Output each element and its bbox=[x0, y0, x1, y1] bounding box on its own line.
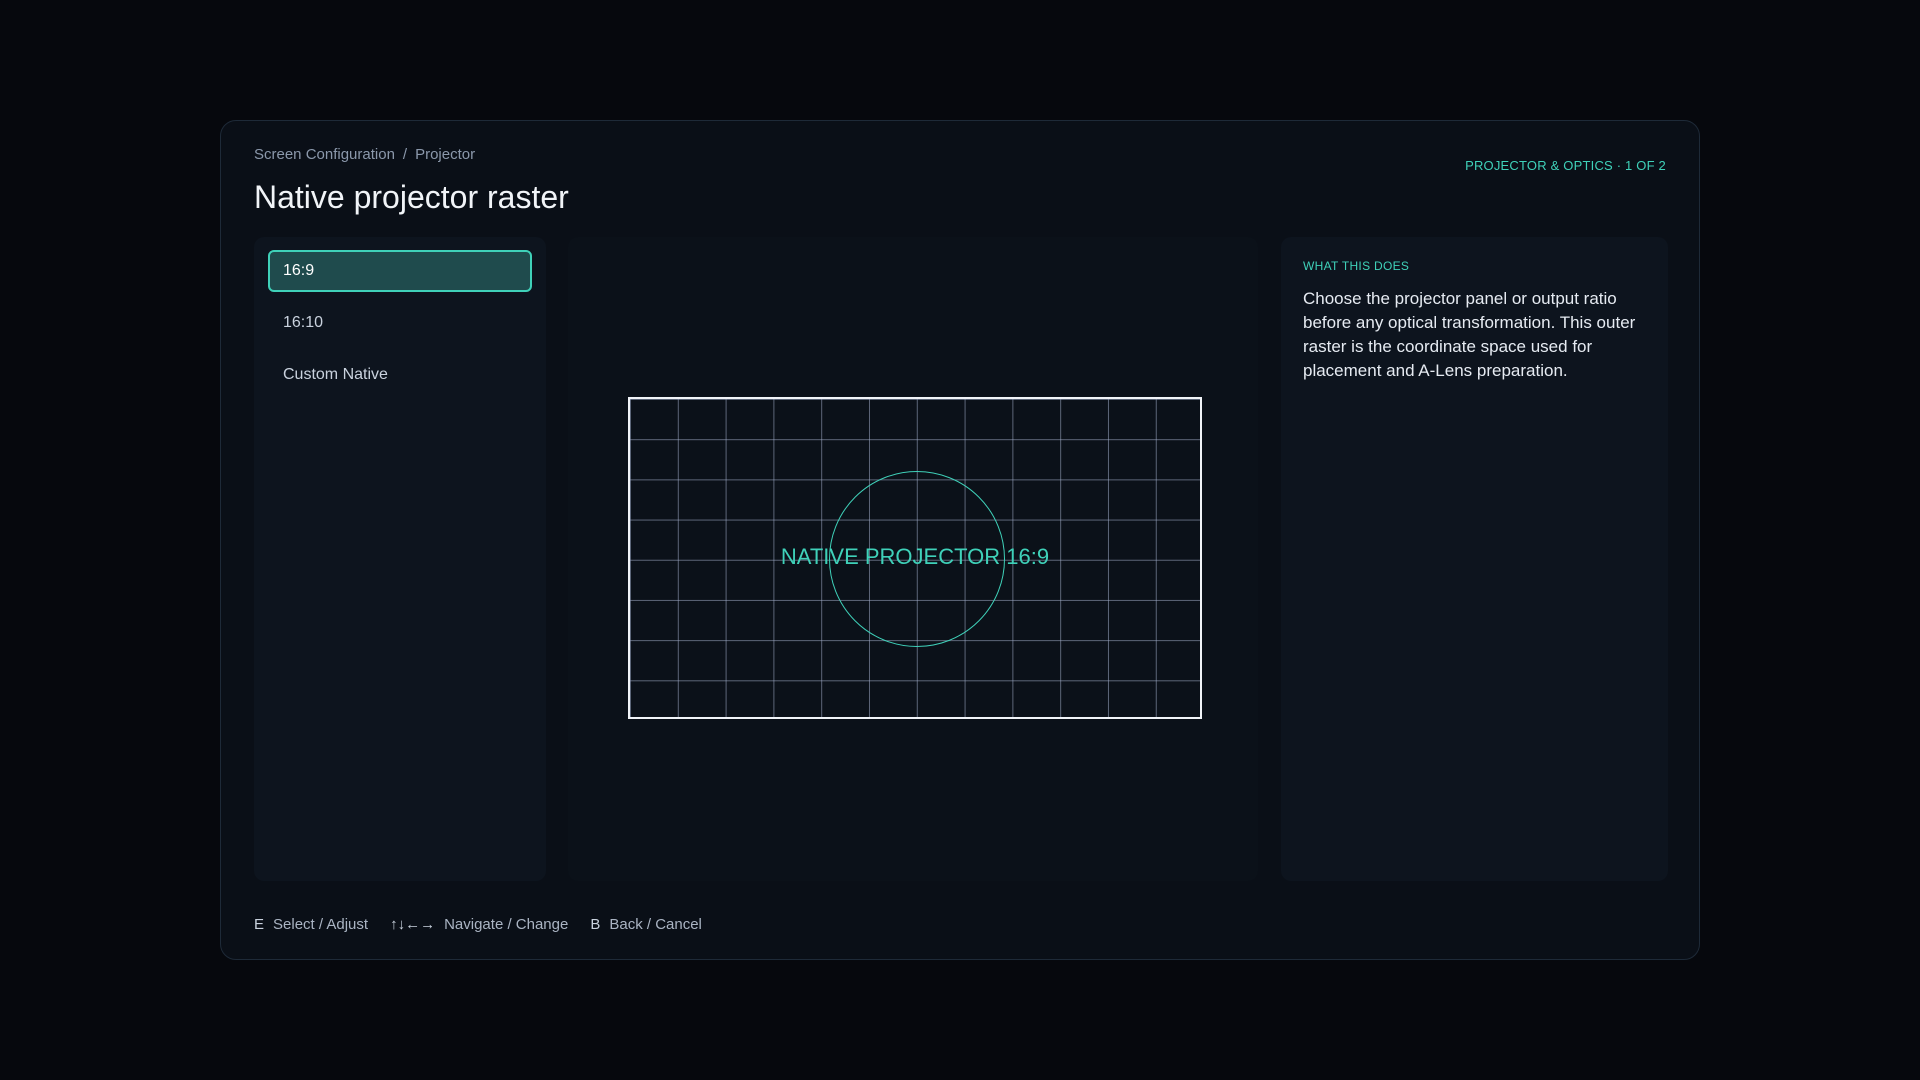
hint-key: E bbox=[254, 916, 265, 933]
option-label: 16:9 bbox=[283, 262, 315, 279]
hint-back: B Back / Cancel bbox=[590, 916, 702, 933]
aspect-ratio-list: 16:9 16:10 Custom Native bbox=[254, 237, 546, 881]
raster-preview-panel: NATIVE PROJECTOR 16:9 bbox=[568, 237, 1258, 881]
option-16-10[interactable]: 16:10 bbox=[268, 302, 532, 344]
page-title: Native projector raster bbox=[254, 179, 569, 215]
projector-raster-grid: NATIVE PROJECTOR 16:9 bbox=[628, 397, 1202, 719]
info-heading: WHAT THIS DOES bbox=[1303, 259, 1410, 273]
hint-action: Select / Adjust bbox=[273, 916, 369, 933]
control-hints: E Select / Adjust ↑↓←→ Navigate / Change… bbox=[254, 916, 702, 933]
breadcrumb-item-projector: Projector bbox=[415, 146, 476, 163]
option-16-9[interactable]: 16:9 bbox=[268, 250, 532, 292]
option-label: Custom Native bbox=[283, 366, 388, 383]
raster-label: NATIVE PROJECTOR 16:9 bbox=[780, 544, 1050, 569]
step-indicator: PROJECTOR & OPTICS · 1 OF 2 bbox=[1465, 158, 1666, 173]
info-panel: WHAT THIS DOES Choose the projector pane… bbox=[1281, 237, 1668, 881]
hint-key-arrows-icon: ↑↓←→ bbox=[390, 916, 436, 933]
option-custom-native[interactable]: Custom Native bbox=[268, 354, 532, 396]
screen-config-panel: Screen Configuration / Projector Native … bbox=[220, 120, 1700, 960]
info-body: Choose the projector panel or output rat… bbox=[1303, 289, 1636, 380]
breadcrumb-separator: / bbox=[402, 146, 408, 163]
hint-key: B bbox=[590, 916, 601, 933]
hint-navigate: ↑↓←→ Navigate / Change bbox=[390, 916, 568, 933]
hint-action: Back / Cancel bbox=[609, 916, 702, 933]
hint-action: Navigate / Change bbox=[444, 916, 569, 933]
hint-select: E Select / Adjust bbox=[254, 916, 368, 933]
breadcrumb: Screen Configuration / Projector bbox=[254, 146, 475, 163]
breadcrumb-item-screen-configuration[interactable]: Screen Configuration bbox=[254, 146, 395, 163]
option-label: 16:10 bbox=[283, 314, 324, 331]
